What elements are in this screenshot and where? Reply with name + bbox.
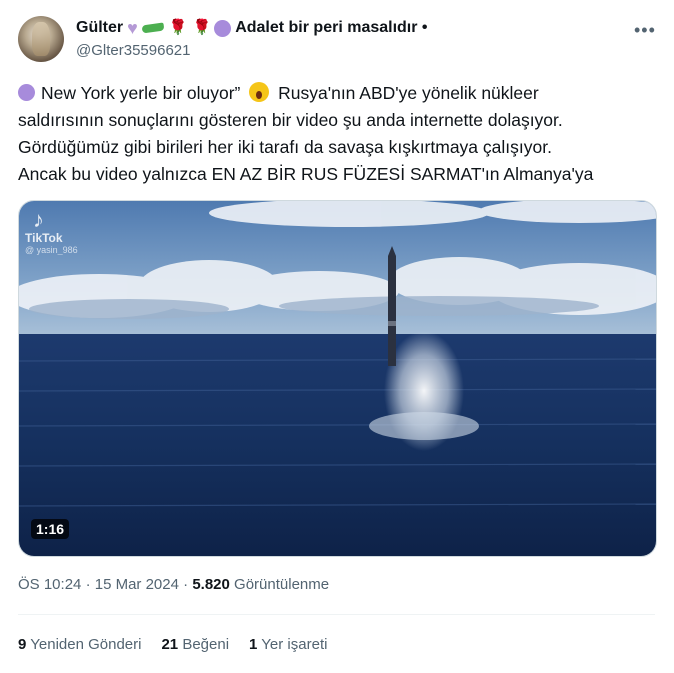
tweet-text-line: saldırısının sonuçlarını gösteren bir vi…	[18, 110, 563, 130]
purple-circle-icon	[18, 84, 35, 101]
author-name-suffix[interactable]: Adalet bir peri masalıdır •	[235, 19, 427, 37]
video-thumbnail	[19, 201, 656, 556]
tweet-text-line: Gördüğümüz gibi birileri her iki tarafı …	[18, 137, 552, 157]
views-count: 5.820	[192, 576, 230, 593]
retweets-count: 9	[18, 636, 27, 653]
author-handle[interactable]: @Glter35596621	[76, 42, 190, 59]
views-label: Görüntülenme	[234, 576, 330, 593]
watermark-user: @ yasin_986	[25, 245, 78, 255]
engagement-stats: 9 Yeniden Gönderi 21 Beğeni 1 Yer işaret…	[18, 636, 327, 653]
bookmarks-count: 1	[249, 636, 258, 653]
tweet-text-line: Rusya'nın ABD'ye yönelik nükleer	[278, 83, 539, 103]
watermark-brand: TikTok	[25, 231, 63, 245]
likes-stat[interactable]: 21 Beğeni	[161, 636, 229, 653]
tiktok-watermark: ♪ TikTok @ yasin_986	[25, 207, 78, 255]
bookmarks-label: Yer işareti	[261, 636, 328, 653]
retweets-stat[interactable]: 9 Yeniden Gönderi	[18, 636, 141, 653]
video-duration-badge: 1:16	[31, 519, 70, 539]
green-pepper-icon	[141, 22, 165, 34]
tweet-text-line: New York yerle bir oluyor”	[41, 83, 241, 103]
tweet-text: New York yerle bir oluyor” Rusya'nın ABD…	[18, 80, 658, 188]
purple-circle-icon	[214, 19, 232, 37]
tweet-date[interactable]: 15 Mar 2024	[95, 576, 179, 593]
tweet: Gülter ♥ 🌹 🌹 Adalet bir peri masalıdır •…	[0, 0, 674, 673]
bookmarks-stat[interactable]: 1 Yer işareti	[249, 636, 327, 653]
tweet-meta: ÖS 10:24 · 15 Mar 2024 · 5.820 Görüntüle…	[18, 576, 329, 593]
author-name-row: Gülter ♥ 🌹 🌹 Adalet bir peri masalıdır •	[76, 17, 428, 39]
meta-separator: ·	[183, 576, 189, 593]
purple-heart-icon: ♥	[127, 18, 138, 38]
rose-icon: 🌹	[192, 19, 212, 36]
retweets-label: Yeniden Gönderi	[30, 636, 142, 653]
avatar[interactable]	[18, 16, 64, 62]
tiktok-logo-icon: ♪	[33, 207, 44, 232]
divider	[18, 614, 655, 615]
author-display-name[interactable]: Gülter	[76, 19, 123, 37]
more-options-icon[interactable]: •••	[634, 20, 656, 41]
tweet-time[interactable]: ÖS 10:24	[18, 576, 81, 593]
meta-separator: ·	[85, 576, 91, 593]
likes-label: Beğeni	[182, 636, 230, 653]
likes-count: 21	[161, 636, 179, 653]
tweet-text-line: Ancak bu video yalnızca EN AZ BİR RUS FÜ…	[18, 164, 594, 184]
screaming-face-icon	[249, 82, 270, 102]
rose-icon: 🌹	[168, 19, 188, 36]
video-player[interactable]: ♪ TikTok @ yasin_986 1:16	[18, 200, 657, 557]
